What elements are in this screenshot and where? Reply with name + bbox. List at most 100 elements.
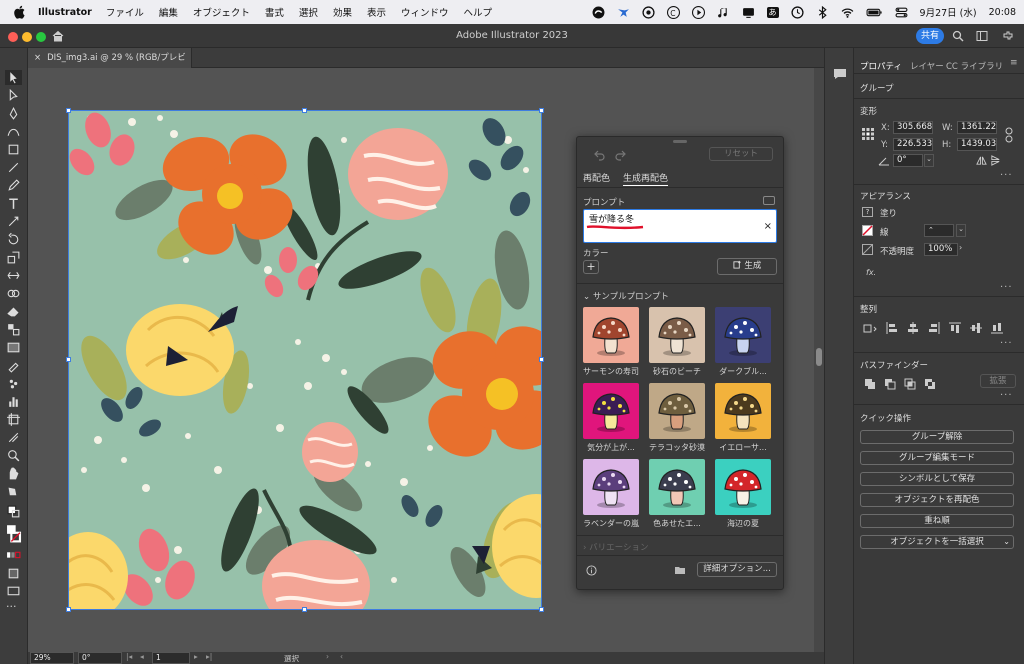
- flip-horizontal-icon[interactable]: [976, 155, 987, 166]
- sample-prompt-label[interactable]: サーモンの寿司: [581, 366, 641, 377]
- last-artboard-icon[interactable]: ▸|: [206, 652, 212, 661]
- y-position-field[interactable]: 226.533: [893, 138, 933, 151]
- wifi-icon[interactable]: [841, 6, 854, 19]
- sample-prompt-thumbnail[interactable]: [715, 459, 771, 515]
- artboard-number-field[interactable]: 1: [152, 652, 190, 664]
- sample-prompt-label[interactable]: 海辺の夏: [713, 518, 773, 529]
- sample-prompt-thumbnail[interactable]: [649, 383, 705, 439]
- reference-point-icon[interactable]: [862, 128, 874, 140]
- menubar-time[interactable]: 20:08: [989, 7, 1016, 18]
- redo-icon[interactable]: [615, 149, 627, 161]
- share-button[interactable]: 共有: [916, 28, 944, 44]
- anchor-tool-icon[interactable]: [5, 214, 22, 229]
- status-menu-icon[interactable]: ›: [326, 652, 329, 661]
- variations-header[interactable]: › バリエーション: [583, 541, 648, 553]
- control-center-icon[interactable]: [895, 6, 908, 19]
- tab-layers[interactable]: レイヤー: [910, 60, 944, 72]
- recolor-artwork-button[interactable]: オブジェクトを再配色: [860, 493, 1014, 507]
- scale-tool-icon[interactable]: [5, 250, 22, 265]
- pen-tool-icon[interactable]: [5, 106, 22, 121]
- menu-effect[interactable]: 効果: [333, 5, 352, 19]
- pathfinder-exclude-icon[interactable]: [924, 378, 936, 390]
- rotate-view-field[interactable]: 0°: [78, 652, 122, 664]
- advanced-options-button[interactable]: 詳細オプション...: [697, 562, 777, 577]
- blend-tool-icon[interactable]: [5, 322, 22, 337]
- tab-generative-recolor[interactable]: 生成再配色: [623, 171, 669, 186]
- selection-handle[interactable]: [539, 607, 544, 612]
- selection-handle[interactable]: [302, 607, 307, 612]
- folder-icon[interactable]: [674, 565, 686, 575]
- display-icon[interactable]: [742, 6, 755, 19]
- scroll-thumb[interactable]: [816, 348, 822, 366]
- status-end-icon[interactable]: ‹: [340, 652, 343, 661]
- sample-prompt-thumbnail[interactable]: [649, 459, 705, 515]
- menu-window[interactable]: ウィンドウ: [401, 5, 449, 19]
- time-machine-icon[interactable]: [790, 5, 804, 19]
- music-icon[interactable]: [717, 6, 730, 19]
- rotation-field[interactable]: 0°: [893, 154, 923, 167]
- tab-properties[interactable]: プロパティ: [860, 60, 902, 72]
- input-method-indicator[interactable]: あ: [766, 6, 779, 18]
- slice-tool-icon[interactable]: [5, 430, 22, 445]
- menu-edit[interactable]: 編集: [159, 5, 178, 19]
- undo-icon[interactable]: [593, 149, 605, 161]
- rotate-tool-icon[interactable]: [5, 232, 22, 247]
- opacity-field[interactable]: 100%: [924, 243, 958, 256]
- constrain-proportions-icon[interactable]: [1004, 126, 1014, 144]
- prompt-input[interactable]: 雪が降る冬 ×: [583, 209, 777, 243]
- prompt-menu-icon[interactable]: [763, 196, 775, 205]
- document-tab[interactable]: ×DIS_img3.ai @ 29 % (RGB/プレビュー): [28, 48, 192, 83]
- align-center-h-icon[interactable]: [907, 322, 919, 334]
- width-tool-icon[interactable]: [5, 268, 22, 283]
- vertical-scrollbar[interactable]: [814, 68, 824, 652]
- isolate-group-button[interactable]: グループ編集モード: [860, 451, 1014, 465]
- stroke-weight-dropdown-icon[interactable]: ⌄: [956, 224, 966, 237]
- panel-menu-icon[interactable]: ≡: [1010, 58, 1018, 68]
- selection-handle[interactable]: [539, 357, 544, 362]
- sample-prompt-label[interactable]: ダークブル...: [713, 366, 773, 377]
- align-right-icon[interactable]: [928, 322, 940, 334]
- sample-prompt-thumbnail[interactable]: [715, 307, 771, 363]
- play-icon[interactable]: [691, 5, 705, 19]
- sample-prompt-label[interactable]: 気分が上が...: [581, 442, 641, 453]
- align-left-icon[interactable]: [886, 322, 898, 334]
- status-app-icon[interactable]: [592, 6, 605, 19]
- zoom-level-field[interactable]: 29%: [30, 652, 74, 664]
- graph-tool-icon[interactable]: [5, 394, 22, 409]
- save-as-symbol-button[interactable]: シンボルとして保存: [860, 472, 1014, 486]
- menubar-date[interactable]: 9月27日 (水): [920, 5, 977, 19]
- align-bottom-icon[interactable]: [991, 322, 1003, 334]
- width-field[interactable]: 1361.22: [957, 121, 997, 134]
- eraser-tool-icon[interactable]: [5, 304, 22, 319]
- menu-view[interactable]: 表示: [367, 5, 386, 19]
- battery-icon[interactable]: [866, 6, 883, 19]
- height-field[interactable]: 1439.03: [957, 138, 997, 151]
- sample-prompts-header[interactable]: ⌄ サンプルプロンプト: [583, 290, 669, 302]
- next-artboard-icon[interactable]: ▸: [194, 652, 198, 661]
- symbol-sprayer-tool-icon[interactable]: [5, 376, 22, 391]
- rotation-dropdown-icon[interactable]: ⌄: [924, 154, 934, 167]
- more-tools-button[interactable]: ···: [6, 600, 17, 613]
- first-artboard-icon[interactable]: |◂: [126, 652, 132, 661]
- menu-type[interactable]: 書式: [265, 5, 284, 19]
- flip-vertical-icon[interactable]: [990, 155, 1001, 166]
- select-similar-dropdown-icon[interactable]: ⌄: [1003, 536, 1010, 548]
- rotate-view-tool-icon[interactable]: [5, 484, 22, 499]
- selection-handle[interactable]: [539, 108, 544, 113]
- fill-stroke-swap-icon[interactable]: [5, 504, 22, 519]
- sample-prompt-label[interactable]: 砂石のビーチ: [647, 366, 707, 377]
- apple-logo-icon[interactable]: [12, 5, 28, 19]
- expand-button[interactable]: 拡張: [980, 374, 1016, 388]
- menu-object[interactable]: オブジェクト: [193, 5, 250, 19]
- menu-select[interactable]: 選択: [299, 5, 318, 19]
- selection-handle[interactable]: [66, 607, 71, 612]
- fill-stroke-swatch-icon[interactable]: [5, 522, 22, 550]
- align-to-icon[interactable]: [862, 322, 878, 334]
- pathfinder-unite-icon[interactable]: [864, 378, 876, 390]
- pencil-tool-icon[interactable]: [5, 178, 22, 193]
- sample-prompt-thumbnail[interactable]: [583, 459, 639, 515]
- stroke-weight-field[interactable]: ⌃: [924, 224, 954, 237]
- gradient-tool-icon[interactable]: [5, 340, 22, 355]
- curvature-tool-icon[interactable]: [5, 124, 22, 139]
- copy-icon[interactable]: C: [666, 5, 680, 19]
